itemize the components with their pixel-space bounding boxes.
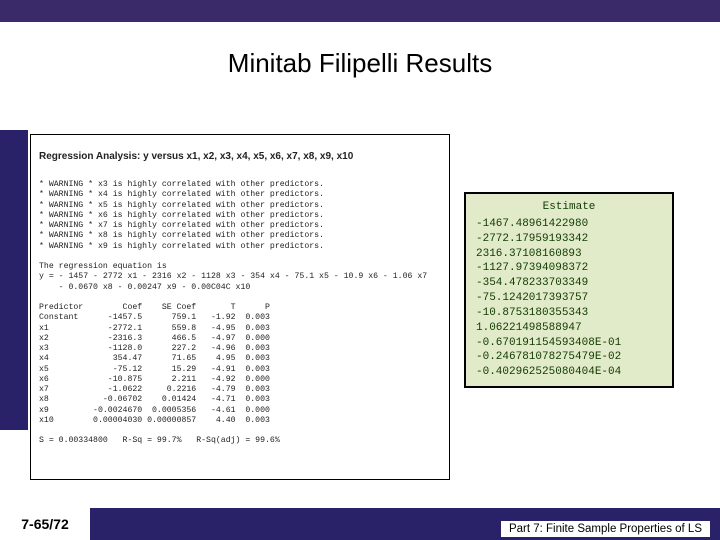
estimate-value: -354.478233703349 [476, 276, 662, 291]
coef-row: x2 -2316.3 466.5 -4.97 0.000 [39, 334, 270, 343]
coef-row: x7 -1.0622 0.2216 -4.79 0.003 [39, 385, 270, 394]
warning-line: * WARNING * x8 is highly correlated with… [39, 231, 324, 240]
estimate-panel: Estimate -1467.48961422980 -2772.1795919… [464, 192, 674, 388]
warning-line: * WARNING * x7 is highly correlated with… [39, 221, 324, 230]
regression-summary: S = 0.00334800 R-Sq = 99.7% R-Sq(adj) = … [39, 436, 280, 445]
warning-line: * WARNING * x3 is highly correlated with… [39, 180, 324, 189]
top-accent-bar [0, 0, 720, 22]
estimate-value: -10.8753180355343 [476, 306, 662, 321]
coef-row: Constant -1457.5 759.1 -1.92 0.003 [39, 313, 270, 322]
regression-header: Regression Analysis: y versus x1, x2, x3… [39, 151, 441, 164]
coef-row: x4 354.47 71.65 4.95 0.003 [39, 354, 270, 363]
coef-row: x10 0.00004030 0.00000857 4.40 0.003 [39, 416, 270, 425]
coef-row: x8 -0.06702 0.01424 -4.71 0.003 [39, 395, 270, 404]
footer: 7-65/72 Part 7: Finite Sample Properties… [0, 508, 720, 540]
warning-line: * WARNING * x4 is highly correlated with… [39, 190, 324, 199]
estimate-value: 1.06221498588947 [476, 321, 662, 336]
regression-equation: y = - 1457 - 2772 x1 - 2316 x2 - 1128 x3… [39, 272, 427, 291]
coef-row: x3 -1128.0 227.2 -4.96 0.003 [39, 344, 270, 353]
estimate-value: -0.670191154593408E-01 [476, 336, 662, 351]
estimate-value: -1467.48961422980 [476, 217, 662, 232]
coef-row: x1 -2772.1 559.8 -4.95 0.003 [39, 324, 270, 333]
coef-row: x5 -75.12 15.29 -4.91 0.003 [39, 365, 270, 374]
slide-title: Minitab Filipelli Results [0, 48, 720, 79]
estimate-value: -0.246781078275479E-02 [476, 350, 662, 365]
estimate-value: -2772.17959193342 [476, 232, 662, 247]
minitab-output-panel: Regression Analysis: y versus x1, x2, x3… [30, 134, 450, 480]
coef-row: x6 -10.875 2.211 -4.92 0.000 [39, 375, 270, 384]
estimate-value: -1127.97394098372 [476, 261, 662, 276]
page-number: 7-65/72 [0, 508, 90, 540]
coef-row: x9 -0.0024670 0.0005356 -4.61 0.000 [39, 406, 270, 415]
estimate-value: -75.1242017393757 [476, 291, 662, 306]
equation-intro: The regression equation is [39, 262, 167, 271]
footer-caption: Part 7: Finite Sample Properties of LS [501, 521, 710, 537]
coef-table-header: Predictor Coef SE Coef T P [39, 303, 270, 312]
left-accent-stripe [0, 130, 28, 430]
estimate-value: 2316.37108160893 [476, 247, 662, 262]
warning-line: * WARNING * x9 is highly correlated with… [39, 242, 324, 251]
warning-line: * WARNING * x6 is highly correlated with… [39, 211, 324, 220]
warning-line: * WARNING * x5 is highly correlated with… [39, 201, 324, 210]
estimate-value: -0.402962525080404E-04 [476, 365, 662, 380]
estimate-header: Estimate [476, 200, 662, 215]
